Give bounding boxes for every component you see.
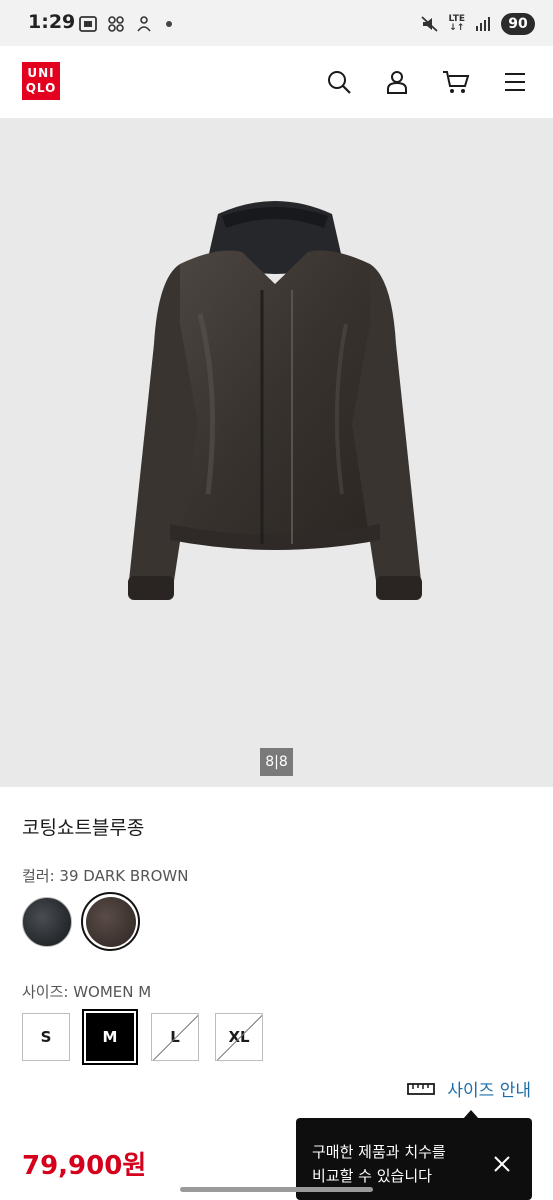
home-indicator[interactable] xyxy=(180,1187,373,1192)
account-icon[interactable] xyxy=(383,68,411,96)
search-icon[interactable] xyxy=(325,68,353,96)
status-time: 1:29 xyxy=(28,11,76,33)
tooltip-line-1: 구매한 제품과 치수를 xyxy=(312,1143,446,1161)
screenshot-icon xyxy=(79,16,97,32)
product-name: 코팅쇼트블루종 xyxy=(22,817,145,839)
logo-line-1: UNI xyxy=(27,66,55,80)
size-guide-link[interactable]: 사이즈 안내 xyxy=(407,1076,531,1101)
signal-icon xyxy=(476,17,490,31)
size-button-l[interactable]: L xyxy=(151,1013,199,1061)
status-notification-icons xyxy=(78,14,172,34)
status-bar: 1:29 LTE ↓↑ 90 xyxy=(0,0,553,46)
ruler-icon xyxy=(407,1082,436,1095)
size-guide-label: 사이즈 안내 xyxy=(447,1081,531,1101)
tooltip-line-2: 비교할 수 있습니다 xyxy=(312,1167,432,1185)
mute-icon xyxy=(421,16,439,32)
image-counter: 8|8 xyxy=(260,748,293,776)
product-price: 79,900원 xyxy=(22,1151,147,1181)
people-icon xyxy=(137,16,151,32)
close-icon[interactable] xyxy=(492,1154,512,1174)
menu-icon[interactable] xyxy=(501,68,529,96)
more-notifications-icon xyxy=(166,21,172,27)
network-label: LTE xyxy=(448,14,465,24)
product-image-gallery[interactable]: 8|8 xyxy=(0,118,553,787)
status-system-icons: LTE ↓↑ 90 xyxy=(420,13,535,35)
color-swatch-dark-gray[interactable] xyxy=(22,897,72,947)
color-label: 컬러: 39 DARK BROWN xyxy=(22,867,189,885)
size-button-xl[interactable]: XL xyxy=(215,1013,263,1061)
size-label: 사이즈: WOMEN M xyxy=(22,983,152,1001)
size-button-s[interactable]: S xyxy=(22,1013,70,1061)
battery-indicator: 90 xyxy=(501,13,535,35)
size-button-m[interactable]: M xyxy=(82,1009,138,1065)
color-swatch-dark-brown[interactable] xyxy=(86,897,136,947)
logo-line-2: QLO xyxy=(25,81,57,95)
app-header: UNI QLO xyxy=(0,46,553,118)
link-icon xyxy=(108,16,124,32)
product-photo-jacket xyxy=(128,201,422,600)
network-type: LTE ↓↑ xyxy=(448,14,465,33)
uniqlo-logo[interactable]: UNI QLO xyxy=(22,62,60,100)
cart-icon[interactable] xyxy=(442,68,470,96)
